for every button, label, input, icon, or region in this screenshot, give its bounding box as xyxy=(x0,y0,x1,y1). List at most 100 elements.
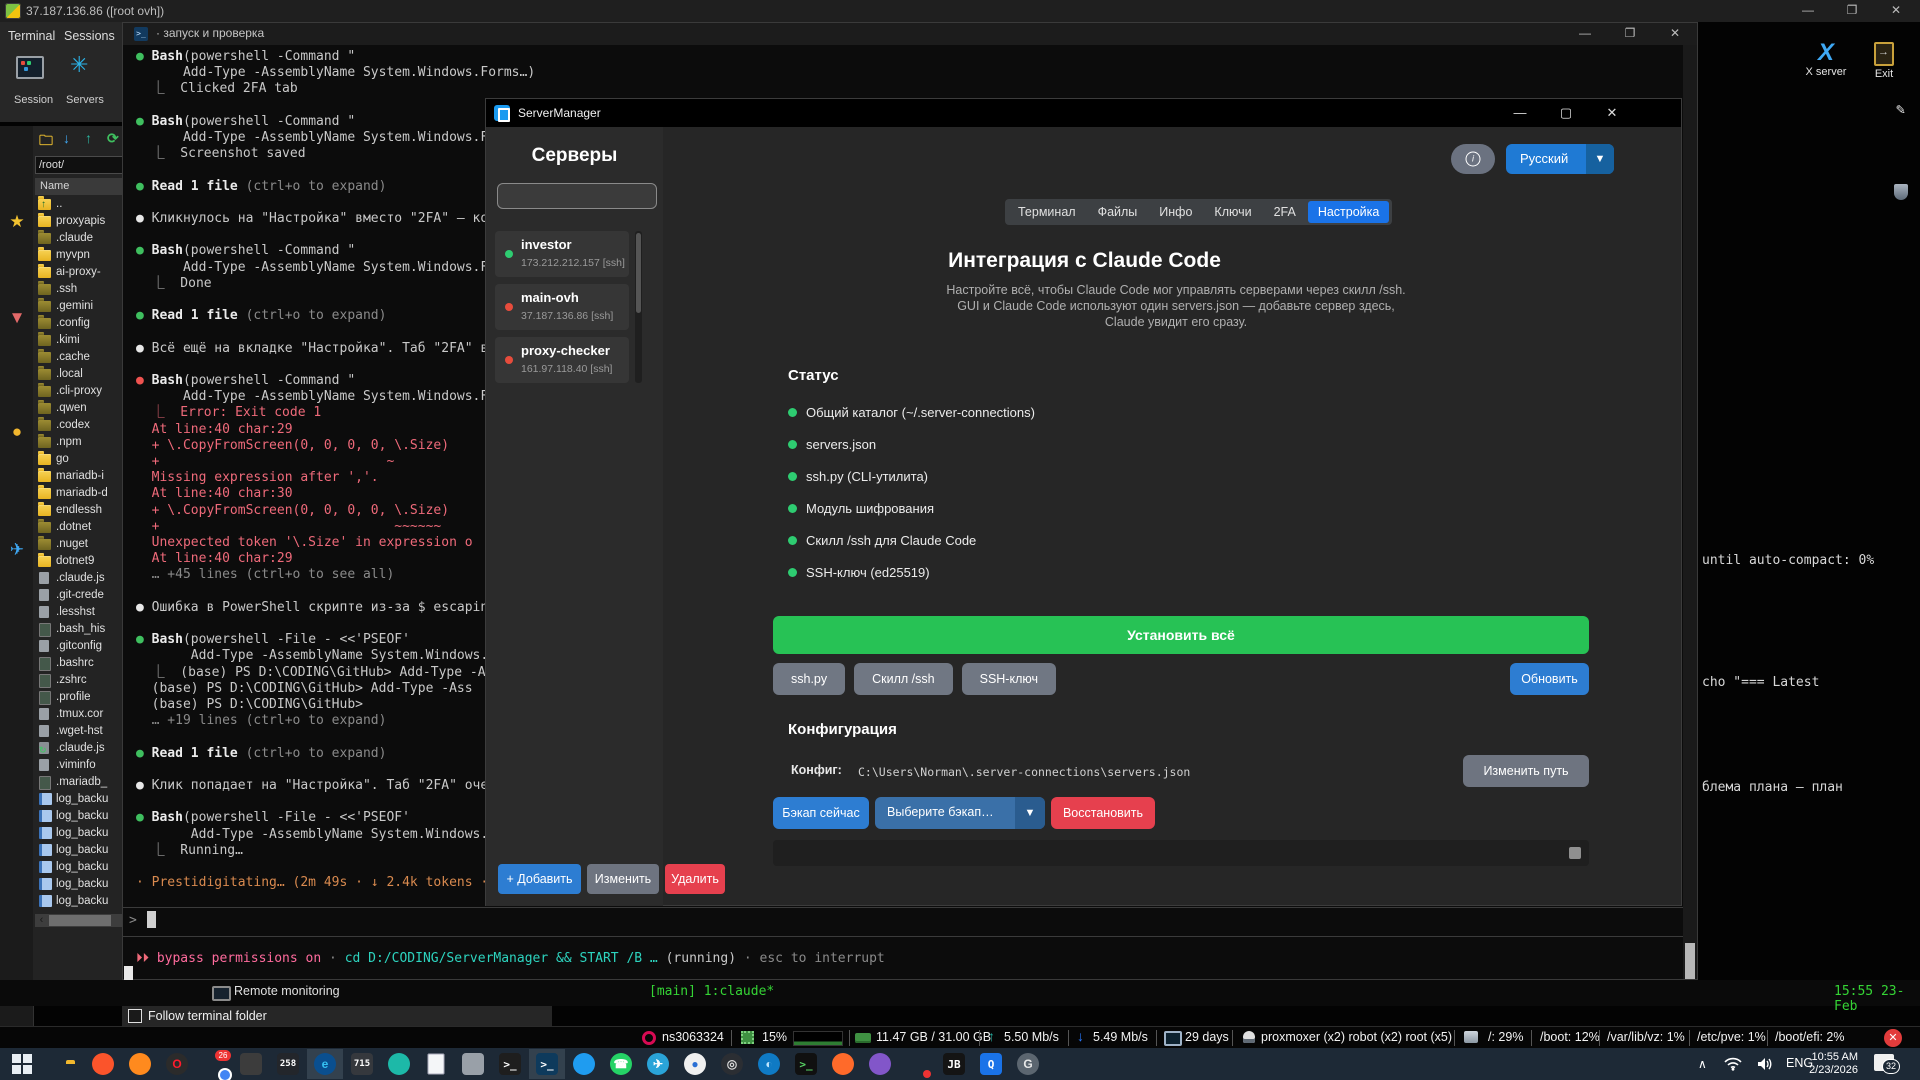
taskbar-firefox-icon[interactable] xyxy=(122,1049,158,1079)
change-path-button[interactable]: Изменить путь xyxy=(1463,755,1589,787)
terminal-close-icon[interactable]: ✕ xyxy=(1653,23,1697,44)
taskbar-gimp-icon[interactable]: G xyxy=(1010,1049,1046,1079)
sm-minimize-icon[interactable]: — xyxy=(1498,99,1542,127)
component-button-Скилл /ssh[interactable]: Скилл /ssh xyxy=(854,663,952,695)
tab-Настройка[interactable]: Настройка xyxy=(1308,201,1390,223)
sm-close-icon[interactable]: ✕ xyxy=(1590,99,1634,127)
taskbar-windows-terminal-icon[interactable]: >_ xyxy=(529,1049,565,1079)
notification-center-icon[interactable]: 32 xyxy=(1874,1054,1894,1071)
taskbar-cmd-icon[interactable]: >_ xyxy=(492,1049,528,1079)
taskbar-edge-icon[interactable]: e xyxy=(307,1049,343,1079)
taskbar-compass-app-icon[interactable]: ◐ xyxy=(751,1049,787,1079)
shield-icon[interactable] xyxy=(1894,184,1908,200)
favorites-star-icon[interactable]: ★ xyxy=(7,212,27,232)
maximize-icon[interactable]: ❐ xyxy=(1830,0,1874,21)
terminal-maximize-icon[interactable]: ❐ xyxy=(1608,23,1652,44)
download-icon[interactable]: ↓ xyxy=(63,130,70,146)
server-search-input[interactable] xyxy=(497,183,657,209)
output-scroll-handle[interactable] xyxy=(1569,847,1581,859)
menu-terminal[interactable]: Terminal xyxy=(8,29,55,43)
info-button[interactable] xyxy=(1451,144,1495,174)
taskbar-purple-app-icon[interactable] xyxy=(862,1049,898,1079)
sm-maximize-icon[interactable]: ▢ xyxy=(1544,99,1588,127)
terminal-minimize-icon[interactable]: — xyxy=(1563,23,1607,44)
taskbar-app-dark-icon[interactable] xyxy=(233,1049,269,1079)
server-scroll-thumb[interactable] xyxy=(636,233,641,313)
restore-button[interactable]: Восстановить xyxy=(1051,797,1155,829)
remote-monitoring-icon[interactable] xyxy=(212,986,231,1001)
taskbar-file-explorer-icon[interactable] xyxy=(48,1049,84,1079)
tab-2FA[interactable]: 2FA xyxy=(1264,201,1306,223)
ribbon-close-icon[interactable]: ✕ xyxy=(1884,1029,1902,1047)
remote-monitoring-label[interactable]: Remote monitoring xyxy=(234,984,340,998)
terminal-prompt[interactable]: > xyxy=(129,913,137,928)
taskbar-notepad-icon[interactable] xyxy=(418,1049,454,1079)
tab-Терминал[interactable]: Терминал xyxy=(1008,201,1086,223)
edit-server-button[interactable]: Изменить xyxy=(587,864,659,894)
scroll-left-icon[interactable]: ‹ xyxy=(35,914,48,927)
taskbar-teal-messenger-icon[interactable] xyxy=(381,1049,417,1079)
delete-server-button[interactable]: Удалить xyxy=(665,864,725,894)
minimize-icon[interactable]: — xyxy=(1786,0,1830,21)
tray-expand-icon[interactable]: ∧ xyxy=(1698,1057,1707,1071)
add-server-button[interactable]: + Добавить xyxy=(498,864,581,894)
taskbar-gray-tool-icon[interactable] xyxy=(455,1049,491,1079)
refresh-button[interactable]: Обновить xyxy=(1510,663,1589,695)
tray-clock[interactable]: 10:55 AM 2/23/2026 xyxy=(1798,1051,1858,1077)
install-all-button[interactable]: Установить всё xyxy=(773,616,1589,654)
taskbar-terminal-dark-icon[interactable]: >_ xyxy=(788,1049,824,1079)
file-name: .dotnet xyxy=(56,519,91,536)
chevron-down-icon[interactable]: ▼ xyxy=(1015,797,1045,829)
taskbar-jetbrains-icon[interactable]: JB xyxy=(936,1049,972,1079)
backup-select-dropdown[interactable]: Выберите бэкап… ▼ xyxy=(875,797,1045,829)
x-server-button[interactable]: X X server xyxy=(1800,40,1852,78)
pen-icon[interactable]: ✎ xyxy=(1896,100,1905,118)
taskbar-obs-icon[interactable]: ◎ xyxy=(714,1049,750,1079)
taskbar-remote-app-icon[interactable]: 715 xyxy=(344,1049,380,1079)
cmd-logo: >_ xyxy=(499,1053,521,1075)
component-button-SSH-ключ[interactable]: SSH-ключ xyxy=(962,663,1056,695)
menu-sessions[interactable]: Sessions xyxy=(64,29,115,43)
paper-plane-icon[interactable]: ✈ xyxy=(7,540,27,560)
taskbar-chrome-icon[interactable]: 26 xyxy=(196,1049,232,1079)
terminal-scroll-thumb[interactable] xyxy=(1685,943,1695,979)
hscroll-thumb[interactable] xyxy=(49,915,111,926)
taskbar-vscode-icon[interactable] xyxy=(566,1049,602,1079)
folder-up-icon[interactable]: 🗀 xyxy=(39,130,53,154)
taskbar-brave-icon[interactable] xyxy=(85,1049,121,1079)
taskbar-flame-app-icon[interactable] xyxy=(825,1049,861,1079)
server-item[interactable]: main-ovh37.187.136.86 [ssh] xyxy=(495,284,629,330)
start-button[interactable] xyxy=(4,1049,40,1079)
servers-icon[interactable]: ✳ xyxy=(70,52,88,78)
taskbar-whatsapp-icon[interactable]: ☎ xyxy=(603,1049,639,1079)
status-item-label: Общий каталог (~/.server-connections) xyxy=(806,405,1035,420)
taskbar-recorder-icon[interactable] xyxy=(899,1049,935,1079)
download-bookmark-icon[interactable]: ▼ xyxy=(7,308,27,328)
terminal-scrollbar[interactable] xyxy=(1683,45,1697,979)
taskbar-counter-app-icon[interactable]: 258 xyxy=(270,1049,306,1079)
status-item-label: Скилл /ssh для Claude Code xyxy=(806,533,976,548)
session-icon[interactable] xyxy=(16,56,44,79)
backup-now-button[interactable]: Бэкап сейчас xyxy=(773,797,869,829)
upload-icon[interactable]: ↑ xyxy=(85,130,92,146)
yellow-ball-icon[interactable]: ● xyxy=(7,422,27,442)
chevron-down-icon[interactable]: ▼ xyxy=(1586,144,1614,174)
refresh-icon[interactable]: ⟳ xyxy=(107,130,119,147)
close-icon[interactable]: ✕ xyxy=(1874,0,1918,21)
exit-button[interactable]: Exit xyxy=(1858,40,1910,80)
taskbar-quick-machine-icon[interactable]: Q xyxy=(973,1049,1009,1079)
tab-Ключи[interactable]: Ключи xyxy=(1204,201,1261,223)
tab-Инфо[interactable]: Инфо xyxy=(1149,201,1202,223)
speaker-icon[interactable] xyxy=(1756,1057,1774,1076)
wifi-icon[interactable] xyxy=(1724,1057,1742,1076)
terminal-tab-title[interactable]: · запуск и проверка xyxy=(156,26,264,40)
taskbar-chat-app-icon[interactable]: ● xyxy=(677,1049,713,1079)
follow-folder-checkbox[interactable] xyxy=(128,1009,142,1023)
server-item[interactable]: proxy-checker161.97.118.40 [ssh] xyxy=(495,337,629,383)
taskbar-telegram-icon[interactable]: ✈ xyxy=(640,1049,676,1079)
folder-icon xyxy=(38,216,51,227)
language-dropdown[interactable]: Русский ▼ xyxy=(1506,144,1614,174)
taskbar-opera-icon[interactable]: O xyxy=(159,1049,195,1079)
tab-Файлы[interactable]: Файлы xyxy=(1088,201,1148,223)
component-button-ssh.py[interactable]: ssh.py xyxy=(773,663,845,695)
